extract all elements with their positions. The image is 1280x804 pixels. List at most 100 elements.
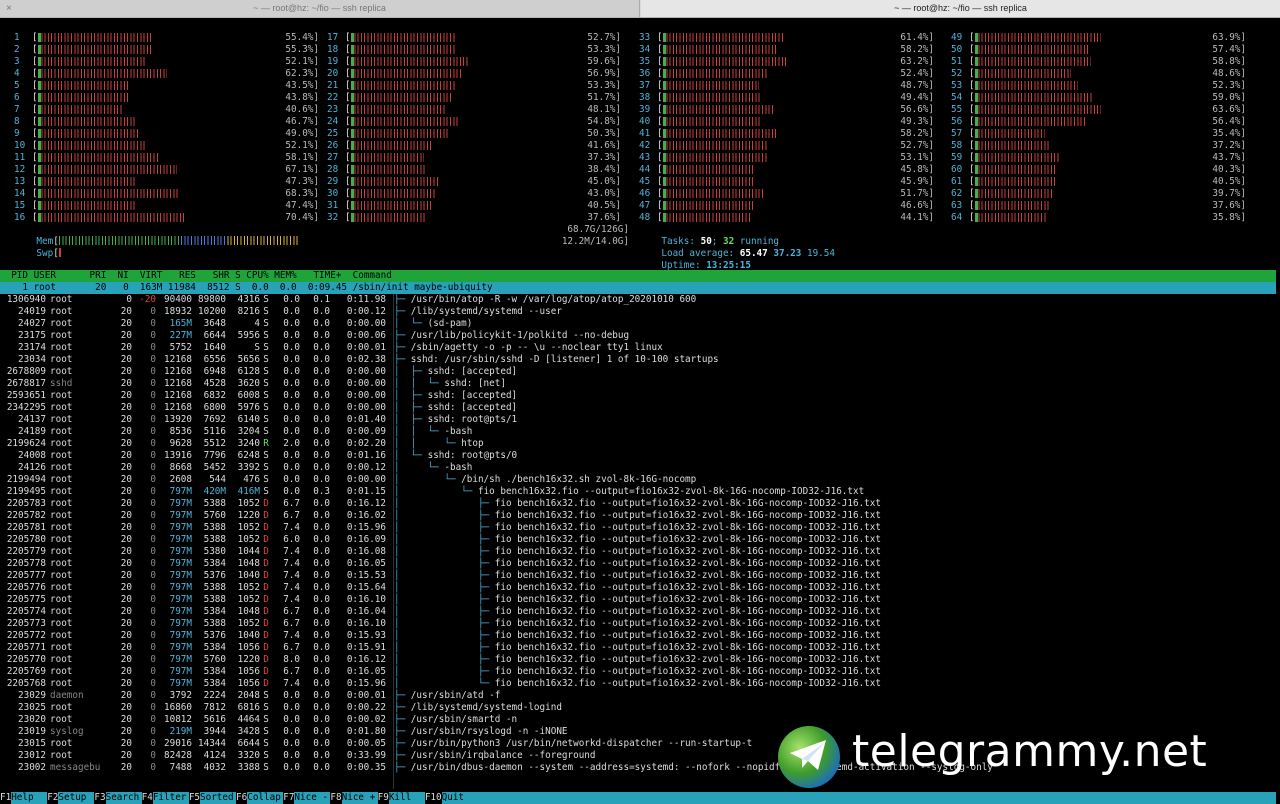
process-row[interactable]: 2205776 root 20 0 797M 5388 1052 D 7.4 0.0 0:15.64… — [0, 582, 1280, 594]
process-pri: 20 — [120, 306, 132, 317]
process-row[interactable]: 2205772 root 20 0 797M 5376 1040 D 7.4 0.0 0:15.93… — [0, 630, 1280, 642]
process-row[interactable]: 24019 root 20 0 18932 10200 8216 S 0.0 0.0 0:00.12… — [0, 306, 1280, 318]
process-row[interactable]: 2205769 root 20 0 797M 5384 1056 D 6.7 0.0 0:16.05… — [0, 666, 1280, 678]
fkey-nice[interactable]: F8Nice + — [330, 792, 378, 804]
process-virt: 9628 — [169, 438, 192, 449]
close-tab-icon[interactable]: × — [6, 0, 12, 17]
cpu-id: 6 — [14, 92, 20, 103]
process-pid: 24008 — [18, 450, 46, 461]
process-row[interactable]: 2593651 root 20 0 12168 6832 6008 S 0.0 0.0 0:00.0… — [0, 390, 1280, 402]
process-row[interactable]: 24008 root 20 0 13916 7796 6248 S 0.0 0.0 0:01.16 │… — [0, 450, 1280, 462]
fkey-search[interactable]: F3Search — [94, 792, 142, 804]
process-row[interactable]: 2205781 root 20 0 797M 5388 1052 D 7.4 0.0 0:15.96… — [0, 522, 1280, 534]
cpu-percent: 45.8%] — [900, 164, 934, 175]
process-row[interactable]: 2205779 root 20 0 797M 5380 1044 D 7.4 0.0 0:16.08… — [0, 546, 1280, 558]
cpu-usage-bar — [662, 213, 750, 222]
fkey-nice[interactable]: F7Nice - — [283, 792, 331, 804]
process-row[interactable]: 2678817 sshd 20 0 12168 4528 3620 S 0.0 0.0 0:00.0… — [0, 378, 1280, 390]
fkey-collap[interactable]: F6Collap — [236, 792, 284, 804]
cpu-usage-bar — [37, 105, 122, 114]
process-user: root — [50, 306, 73, 317]
process-row[interactable]: 2205768 root 20 0 797M 5384 1056 D 7.4 0.0 0:15.96… — [0, 678, 1280, 690]
process-time: 0:16.02 — [346, 510, 386, 521]
cpu-meter: 17[52.7%] — [327, 32, 621, 43]
process-user: root — [50, 366, 73, 377]
process-res: 7796 — [203, 450, 226, 461]
watermark-text: telegrammy.net — [852, 726, 1208, 777]
process-pri: 20 — [120, 402, 132, 413]
process-row[interactable]: 2205773 root 20 0 797M 5388 1052 D 6.7 0.0 0:16.10… — [0, 618, 1280, 630]
fkey-sorted[interactable]: F5Sorted — [189, 792, 237, 804]
tree-branch: │ └─ — [394, 486, 478, 497]
process-row[interactable]: 2678809 root 20 0 12168 6948 6128 S 0.0 0.0 0:00.0… — [0, 366, 1280, 378]
process-row[interactable]: 2205775 root 20 0 797M 5388 1052 D 7.4 0.0 0:16.10… — [0, 594, 1280, 606]
process-row[interactable]: 24137 root 20 0 13920 7692 6140 S 0.0 0.0 0:01.40 │… — [0, 414, 1280, 426]
process-res: 5376 — [203, 630, 226, 641]
process-pri: 20 — [120, 558, 132, 569]
cpu-id: 1 — [14, 32, 20, 43]
process-pri: 20 — [120, 726, 132, 737]
cpu-percent: 39.7%] — [1212, 188, 1246, 199]
process-row[interactable]: 2342295 root 20 0 12168 6800 5976 S 0.0 0.0 0:00.0… — [0, 402, 1280, 414]
process-row[interactable]: 2205778 root 20 0 797M 5384 1048 D 7.4 0.0 0:16.05… — [0, 558, 1280, 570]
cpu-meter: 32[37.6%] — [327, 212, 621, 223]
process-row[interactable]: 2205780 root 20 0 797M 5388 1052 D 6.0 0.0 0:16.09… — [0, 534, 1280, 546]
cpu-id: 52 — [951, 68, 963, 79]
process-user: root — [50, 402, 73, 413]
process-user: root — [50, 498, 73, 509]
terminal-tab-1[interactable]: × ~ — root@hz: ~/fio — ssh replica — [0, 0, 640, 17]
process-cpu: 0.0 — [283, 354, 300, 365]
process-cpu: 0.0 — [283, 342, 300, 353]
process-table-header[interactable]: PID USER PRI NI VIRT RES SHR S CPU% MEM%… — [0, 270, 1276, 282]
terminal-tab-2[interactable]: ~ — root@hz: ~/fio — ssh replica — [641, 0, 1280, 17]
process-row[interactable]: 2199494 root 20 0 2608 544 476 S 0.0 0.0 0:00.00 │ … — [0, 474, 1280, 486]
cpu-usage-bar — [37, 141, 146, 150]
process-cpu: 0.0 — [283, 690, 300, 701]
selected-process-row[interactable]: 1 root 20 0 163M 11984 8512 S 0.0 0.0 0:… — [0, 282, 1276, 294]
process-cpu: 6.7 — [283, 498, 300, 509]
fkey-quit[interactable]: F10Quit — [425, 792, 1276, 804]
cpu-percent: 57.4%] — [1212, 44, 1246, 55]
process-row[interactable]: 2205783 root 20 0 797M 5388 1052 D 6.7 0.0 0:16.12… — [0, 498, 1280, 510]
process-row[interactable]: 24126 root 20 0 8668 5452 3392 S 0.0 0.0 0:00.12 │ … — [0, 462, 1280, 474]
process-row[interactable]: 2205782 root 20 0 797M 5760 1220 D 6.7 0.0 0:16.02… — [0, 510, 1280, 522]
process-row[interactable]: 24189 root 20 0 8536 5116 3204 S 0.0 0.0 0:00.09 │ … — [0, 426, 1280, 438]
process-pri: 20 — [120, 330, 132, 341]
process-row[interactable]: 2199624 root 20 0 9628 5512 3240 R 2.0 0.0 0:02.20… — [0, 438, 1280, 450]
process-mem: 0.0 — [313, 402, 330, 413]
process-shr: 3204 — [237, 426, 260, 437]
swap-bar — [58, 248, 61, 257]
process-row[interactable]: 23175 root 20 0 227M 6644 5956 S 0.0 0.0 0:00.06 ├─… — [0, 330, 1280, 342]
process-row[interactable]: 2205770 root 20 0 797M 5760 1220 D 8.0 0.0 0:16.12… — [0, 654, 1280, 666]
process-s: S — [263, 486, 269, 497]
process-user: root — [50, 594, 73, 605]
process-s: S — [263, 450, 269, 461]
process-row[interactable]: 1306940 root 0 -20 90400 89800 4316 S 0.0 0.1 0:11… — [0, 294, 1280, 306]
cpu-usage-bar — [662, 81, 759, 90]
htop-terminal[interactable]: 1[55.4%] 2[55.3%] 3[52.1%] 4[62.3%] 5[43.5%]… — [0, 18, 1280, 804]
cpu-meter: 55[63.6%] — [951, 104, 1246, 115]
process-row[interactable]: 23174 root 20 0 5752 1640 S S 0.0 0.0 0:00.01 ├─ /s… — [0, 342, 1280, 354]
process-mem: 0.0 — [313, 510, 330, 521]
process-row[interactable]: 2199495 root 20 0 797M 420M 416M S 0.0 0.3 0:01.15… — [0, 486, 1280, 498]
process-pid: 2199494 — [6, 474, 46, 485]
fkey-setup[interactable]: F2Setup — [47, 792, 95, 804]
process-cpu: 7.4 — [283, 570, 300, 581]
cpu-meter: 45[45.9%] — [639, 176, 934, 187]
process-row[interactable]: 2205771 root 20 0 797M 5384 1056 D 6.7 0.0 0:15.91… — [0, 642, 1280, 654]
process-user: root — [50, 510, 73, 521]
cpu-percent: 51.7%] — [900, 188, 934, 199]
fkey-filter[interactable]: F4Filter — [142, 792, 189, 804]
fkey-kill[interactable]: F9Kill — [378, 792, 425, 804]
process-row[interactable]: 23025 root 20 0 16860 7812 6816 S 0.0 0.0 0:00.22 ├… — [0, 702, 1280, 714]
process-row[interactable]: 23034 root 20 0 12168 6556 5656 S 0.0 0.0 0:02.38 ├… — [0, 354, 1280, 366]
process-row[interactable]: 2205777 root 20 0 797M 5376 1040 D 7.4 0.0 0:15.53… — [0, 570, 1280, 582]
fkey-help[interactable]: F1Help — [0, 792, 48, 804]
cpu-meter: 48[44.1%] — [639, 212, 934, 223]
process-row[interactable]: 23029 daemon 20 0 3792 2224 2048 S 0.0 0.0 0:00.01… — [0, 690, 1280, 702]
process-row[interactable]: 24027 root 20 0 165M 3648 4 S 0.0 0.0 0:00.00 │ └─ … — [0, 318, 1280, 330]
process-time: 0:16.12 — [346, 654, 386, 665]
process-row[interactable]: 2205774 root 20 0 797M 5384 1048 D 6.7 0.0 0:16.04… — [0, 606, 1280, 618]
process-user: root — [50, 570, 73, 581]
cpu-id: 17 — [327, 32, 339, 43]
